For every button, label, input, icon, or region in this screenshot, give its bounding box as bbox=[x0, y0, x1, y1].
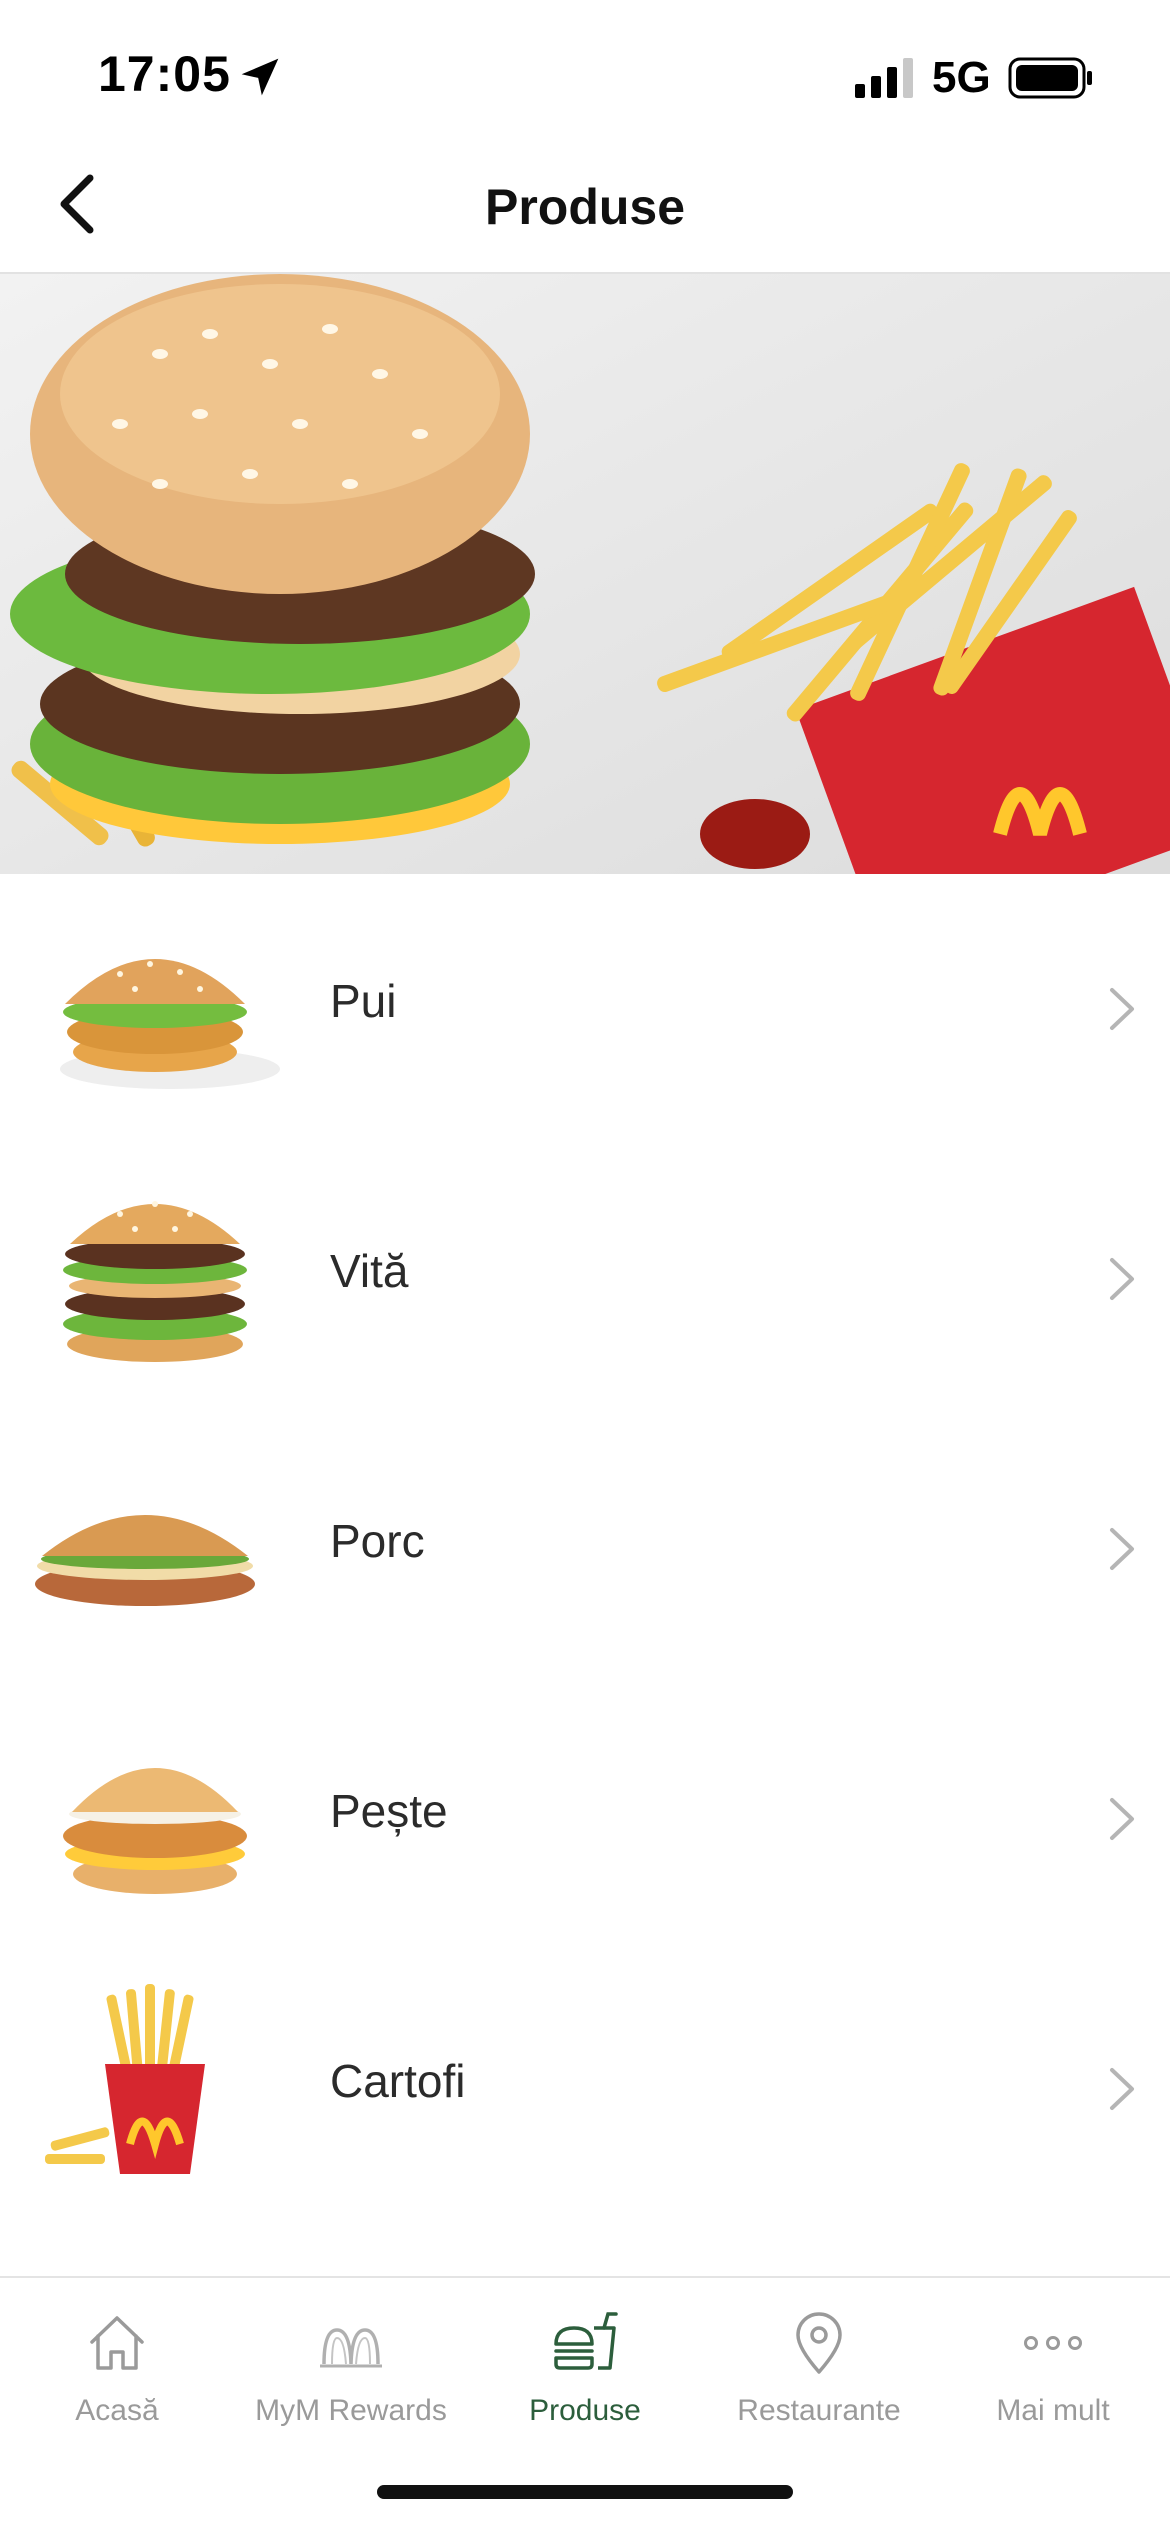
tab-label: Mai mult bbox=[996, 2394, 1110, 2427]
category-list: Pui Vită Porc Pește Cartofi bbox=[0, 874, 1170, 2274]
tab-mai-mult[interactable]: Mai mult bbox=[936, 2278, 1170, 2458]
chicken-burger-icon bbox=[60, 959, 280, 1089]
hero-banner bbox=[0, 274, 1170, 874]
location-pin-icon bbox=[796, 2312, 842, 2374]
tab-produse[interactable]: Produse bbox=[468, 2278, 702, 2458]
location-arrow-icon bbox=[241, 58, 279, 96]
category-label: Pui bbox=[330, 975, 397, 1027]
fish-burger-icon bbox=[63, 1768, 247, 1894]
hero-burger-fries-image bbox=[0, 274, 1170, 874]
category-row-pui[interactable]: Pui bbox=[0, 874, 1170, 1144]
category-label: Cartofi bbox=[330, 2055, 466, 2107]
beef-double-burger-icon bbox=[63, 1201, 247, 1362]
category-label: Porc bbox=[330, 1515, 425, 1567]
tab-mym-rewards[interactable]: MyM Rewards bbox=[234, 2278, 468, 2458]
chevron-right-icon bbox=[1110, 1258, 1134, 1300]
home-indicator bbox=[377, 2485, 793, 2499]
tab-label: Acasă bbox=[75, 2394, 159, 2427]
chevron-right-icon bbox=[1110, 1528, 1134, 1570]
tab-label: MyM Rewards bbox=[255, 2394, 447, 2427]
chevron-right-icon bbox=[1110, 988, 1134, 1030]
drink-item-icon bbox=[30, 2254, 280, 2274]
category-row-porc[interactable]: Porc bbox=[0, 1414, 1170, 1684]
category-row-peste[interactable]: Pește bbox=[0, 1684, 1170, 1954]
page-title: Produse bbox=[484, 179, 686, 235]
burger-drink-icon bbox=[554, 2312, 618, 2370]
tab-acasa[interactable]: Acasă bbox=[0, 2278, 234, 2458]
chevron-right-icon bbox=[1110, 1798, 1134, 1840]
tab-label: Restaurante bbox=[737, 2394, 901, 2427]
battery-icon bbox=[1008, 57, 1092, 99]
tab-label: Produse bbox=[529, 2394, 641, 2427]
category-row-vita[interactable]: Vită bbox=[0, 1144, 1170, 1414]
status-time: 17:05 bbox=[98, 46, 231, 102]
category-label: Pește bbox=[330, 1785, 448, 1837]
status-bar: 17:05 5G bbox=[0, 0, 1170, 140]
fries-box-icon bbox=[45, 1984, 205, 2174]
category-row-cartofi[interactable]: Cartofi bbox=[0, 1954, 1170, 2224]
tab-restaurante[interactable]: Restaurante bbox=[702, 2278, 936, 2458]
chevron-right-icon bbox=[1110, 2068, 1134, 2110]
navigation-bar: Produse bbox=[0, 140, 1170, 274]
category-row-partial[interactable] bbox=[0, 2224, 1170, 2274]
pork-sandwich-icon bbox=[35, 1515, 255, 1606]
category-label: Vită bbox=[330, 1245, 409, 1297]
home-icon bbox=[90, 2316, 144, 2370]
signal-icon bbox=[855, 58, 913, 98]
arches-icon bbox=[320, 2328, 382, 2368]
network-label: 5G bbox=[932, 53, 991, 102]
more-dots-icon bbox=[1024, 2336, 1082, 2350]
